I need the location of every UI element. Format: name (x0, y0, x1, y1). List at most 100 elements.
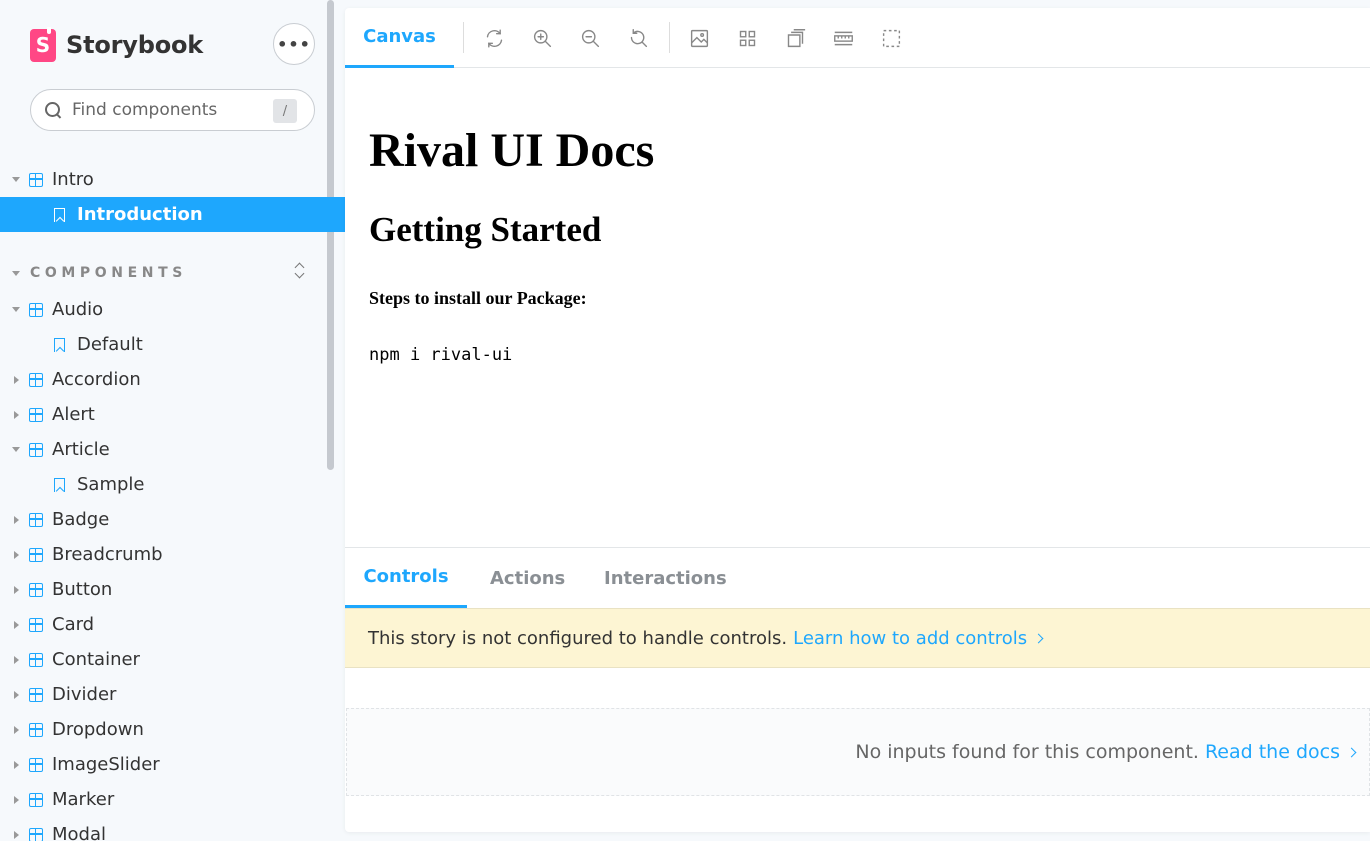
sidebar-item-accordion[interactable]: Accordion (0, 362, 345, 397)
brand[interactable]: S Storybook (30, 26, 203, 62)
chevron-right-icon (1033, 633, 1044, 643)
learn-controls-link[interactable]: Learn how to add controls (793, 628, 1044, 649)
caret-right-icon (14, 760, 19, 769)
caret-down-icon (12, 307, 20, 312)
caret-right-icon (14, 795, 19, 804)
caret-right-icon (14, 550, 19, 559)
bookmark-icon (54, 207, 65, 222)
viewport-icon[interactable] (783, 26, 807, 50)
component-icon (29, 582, 43, 597)
sidebar-item-card[interactable]: Card (0, 607, 345, 642)
zoom-reset-icon[interactable] (626, 26, 650, 50)
menu-button[interactable]: ••• (273, 23, 315, 65)
component-icon (29, 512, 43, 527)
empty-state: No inputs found for this component. Read… (346, 708, 1370, 796)
sidebar-item-badge[interactable]: Badge (0, 502, 345, 537)
component-icon (29, 172, 43, 187)
sidebar-item-label: Button (52, 579, 113, 600)
sidebar-item-article-sample[interactable]: Sample (0, 467, 345, 502)
caret-right-icon (14, 375, 19, 384)
caret-down-icon (12, 447, 20, 452)
sidebar-item-label: Dropdown (52, 719, 144, 740)
tab-actions[interactable]: Actions (490, 548, 565, 608)
component-icon (29, 687, 43, 702)
component-icon (29, 302, 43, 317)
search-icon (45, 101, 62, 119)
components-section-header[interactable]: COMPONENTS (0, 258, 345, 288)
caret-right-icon (14, 655, 19, 664)
sidebar-item-label: Card (52, 614, 95, 635)
sidebar-item-intro[interactable]: Intro (0, 162, 345, 197)
storybook-logo-icon: S (30, 26, 56, 62)
grid-icon[interactable] (735, 26, 759, 50)
caret-right-icon (14, 725, 19, 734)
component-icon (29, 617, 43, 632)
doc-subtitle: Getting Started (369, 210, 602, 249)
zoom-out-icon[interactable] (578, 26, 602, 50)
toolbar-divider (669, 22, 670, 53)
sidebar-item-label: ImageSlider (52, 754, 160, 775)
sidebar-item-label: Marker (52, 789, 115, 810)
search-shortcut-key: / (273, 99, 297, 123)
sidebar-item-audio-default[interactable]: Default (0, 327, 345, 362)
sidebar-item-audio[interactable]: Audio (0, 292, 345, 327)
sidebar-item-button[interactable]: Button (0, 572, 345, 607)
sidebar-item-label: Default (77, 334, 143, 355)
caret-right-icon (14, 690, 19, 699)
sidebar-item-marker[interactable]: Marker (0, 782, 345, 817)
empty-text: No inputs found for this component. (855, 741, 1199, 763)
sidebar-item-container[interactable]: Container (0, 642, 345, 677)
sidebar-item-label: Breadcrumb (52, 544, 163, 565)
component-icon (29, 757, 43, 772)
background-icon[interactable] (687, 26, 711, 50)
tab-canvas[interactable]: Canvas (345, 8, 454, 68)
reload-icon[interactable] (482, 26, 506, 50)
component-icon (29, 827, 43, 841)
chevron-right-icon (1346, 747, 1357, 758)
sidebar-item-label: Accordion (52, 369, 141, 390)
caret-right-icon (14, 830, 19, 839)
component-icon (29, 792, 43, 807)
sidebar-item-label: Divider (52, 684, 117, 705)
component-icon (29, 652, 43, 667)
sidebar-item-alert[interactable]: Alert (0, 397, 345, 432)
doc-title: Rival UI Docs (369, 124, 655, 177)
outline-icon[interactable] (879, 26, 903, 50)
sidebar: S Storybook ••• / Intro Introduction COM… (0, 0, 345, 841)
sidebar-item-label: Badge (52, 509, 110, 530)
sidebar-item-label: Container (52, 649, 140, 670)
sidebar-item-label: Audio (52, 299, 104, 320)
sidebar-item-breadcrumb[interactable]: Breadcrumb (0, 537, 345, 572)
tab-interactions[interactable]: Interactions (604, 548, 727, 608)
component-icon (29, 442, 43, 457)
zoom-in-icon[interactable] (530, 26, 554, 50)
sidebar-item-label: Modal (52, 824, 106, 841)
sidebar-item-dropdown[interactable]: Dropdown (0, 712, 345, 747)
ellipsis-icon: ••• (277, 34, 311, 54)
search-box[interactable]: / (30, 89, 315, 131)
sidebar-item-article[interactable]: Article (0, 432, 345, 467)
caret-right-icon (14, 410, 19, 419)
read-docs-link[interactable]: Read the docs (1204, 741, 1357, 763)
doc-steps-label: Steps to install our Package: (369, 288, 587, 308)
sidebar-item-divider[interactable]: Divider (0, 677, 345, 712)
notice-text: This story is not configured to handle c… (368, 627, 788, 649)
component-icon (29, 372, 43, 387)
addons-panel: Controls Actions Interactions This story… (345, 547, 1370, 832)
main-panel: Canvas Rival UI Docs Getting Started Ste… (345, 8, 1370, 832)
toolbar: Canvas (345, 8, 1370, 68)
read-docs-link-label: Read the docs (1204, 741, 1340, 763)
toolbar-divider (463, 22, 464, 53)
tab-controls[interactable]: Controls (345, 548, 467, 608)
section-label: COMPONENTS (30, 265, 187, 281)
sidebar-item-imageslider[interactable]: ImageSlider (0, 747, 345, 782)
canvas-preview: Rival UI Docs Getting Started Steps to i… (345, 68, 1370, 548)
sidebar-item-introduction[interactable]: Introduction (0, 197, 345, 232)
search-input[interactable] (72, 100, 262, 120)
measure-icon[interactable] (831, 26, 855, 50)
component-icon (29, 407, 43, 422)
expand-collapse-icon[interactable] (294, 262, 306, 280)
sidebar-item-modal[interactable]: Modal (0, 817, 345, 841)
caret-down-icon (12, 177, 20, 182)
controls-notice: This story is not configured to handle c… (345, 608, 1370, 668)
